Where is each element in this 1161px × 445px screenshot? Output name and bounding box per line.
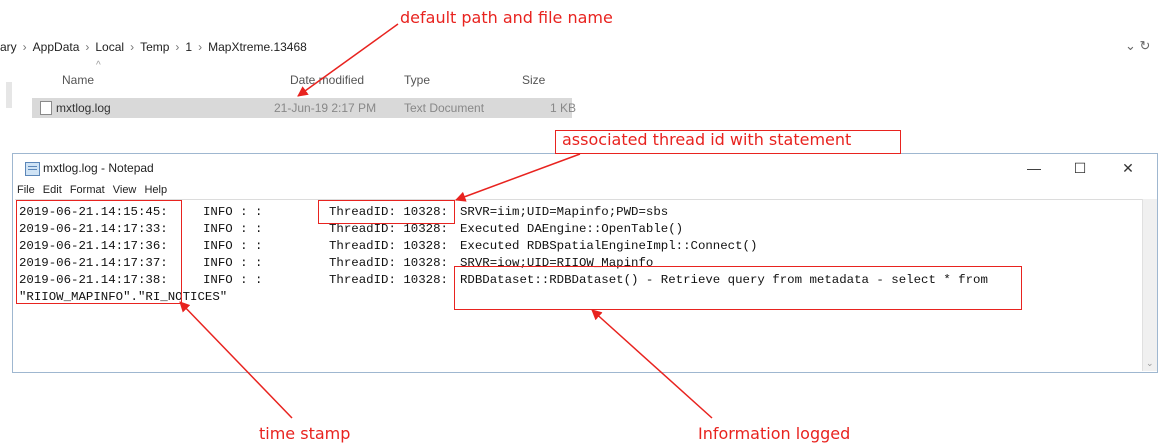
arrow-to-timestamp [179, 301, 293, 419]
annotation-arrows [179, 23, 713, 419]
arrow-to-thread [455, 153, 581, 202]
arrow-to-info [591, 309, 713, 419]
arrow-to-path [297, 23, 399, 97]
